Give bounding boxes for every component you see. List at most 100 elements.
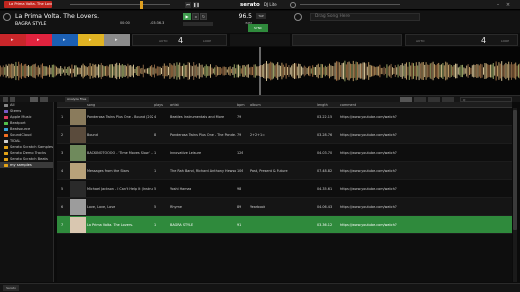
waveform-bar: [478, 65, 480, 77]
sidebar-item[interactable]: my samples: [0, 162, 53, 168]
settings-icon[interactable]: [290, 2, 296, 8]
waveform-bar: [333, 66, 335, 76]
waveform-bar: [340, 65, 342, 77]
waveform-bar: [221, 68, 223, 74]
waveform-bar: [162, 65, 164, 77]
waveform-bar: [189, 62, 190, 80]
waveform-bar: [362, 62, 364, 80]
waveform-bar: [338, 62, 340, 80]
deck-left: La Prima Volta. The Lovers. BAGRA STYLE …: [0, 11, 230, 33]
waveform-bar: [112, 64, 113, 78]
waveform-bar: [18, 61, 20, 81]
waveform-bar: [277, 62, 279, 80]
hotcue-pad-5[interactable]: ▸: [104, 34, 130, 46]
waveform-bar: [197, 66, 199, 76]
library-scrollbar-thumb[interactable]: [513, 110, 517, 230]
deck-left-pitch-slider[interactable]: [183, 22, 213, 26]
table-row[interactable]: 5 Michael Jackson - I Can't Help It (Inst…: [57, 180, 512, 198]
beatstrip-right-value: 4: [481, 36, 487, 45]
waveform-bar: [16, 65, 18, 77]
table-row[interactable]: 2 Bound 8 Ponderosa Twins Plus One - The Po…: [57, 126, 512, 144]
center-bpm: 96.5: [238, 13, 252, 20]
waveform-bar: [12, 63, 14, 79]
table-row[interactable]: 7 La Prima Volta. The Lovers. 1 BAGRA STYLE…: [57, 216, 512, 234]
cell-artist: BAGRA STYLE: [170, 223, 194, 227]
top-bar: La Prima Volta. The Lovers. ⏮ ❚❚ seratoD…: [0, 0, 520, 10]
crate-icon: [4, 115, 8, 119]
sidebar-item-label: Stems: [10, 109, 22, 113]
waveform-bar: [460, 64, 462, 78]
tap-button[interactable]: TAP: [256, 13, 266, 19]
waveform-bar: [387, 66, 389, 76]
deck-right-drop-zone[interactable]: Drag Song Here: [310, 13, 420, 21]
waveform-bar: [161, 67, 162, 75]
waveform-bar: [373, 66, 375, 76]
waveform-bar: [316, 64, 318, 78]
waveform-bar: [39, 67, 41, 75]
cell-num: 2: [61, 133, 64, 137]
waveform-bar: [261, 65, 263, 77]
table-row[interactable]: 6 Love, Love, Love 5 Rhyme 89 Yearbook 04.06.4…: [57, 198, 512, 216]
waveform-bar: [215, 65, 217, 77]
cell-length: 07.48.82: [317, 169, 333, 173]
sync-button[interactable]: SYNC: [248, 24, 268, 32]
deck-left-play-button[interactable]: ▶: [183, 13, 191, 20]
waveform-bar: [288, 65, 290, 77]
waveform-area[interactable]: [0, 47, 520, 95]
waveform-bar: [452, 66, 454, 76]
waveform-bar: [516, 65, 518, 77]
skip-back-icon[interactable]: ⏮: [185, 2, 191, 8]
table-row[interactable]: 1 Ponderosa Twins Plus One - Bound (2024 …: [57, 108, 512, 126]
waveform-bar: [436, 63, 438, 79]
beatstrip-right-auto[interactable]: AUTO: [416, 39, 424, 43]
waveform-bar: [427, 64, 428, 78]
now-playing-pill[interactable]: La Prima Volta. The Lovers.: [4, 1, 52, 8]
crate-icon: [4, 127, 8, 131]
waveform-bar: [120, 65, 122, 77]
waveform-bar: [270, 61, 272, 81]
hotcue-pads-right[interactable]: [292, 34, 402, 46]
waveform-bar: [394, 65, 396, 77]
waveform-bar: [78, 67, 80, 75]
cell-comment: https://www.youtube.com/watch?: [340, 151, 397, 155]
cell-length: 04.06.43: [317, 205, 333, 209]
waveform-bar: [466, 65, 468, 77]
hotcue-pad-4[interactable]: ▸: [78, 34, 104, 46]
crossfader-handle[interactable]: [140, 1, 143, 9]
minimize-icon[interactable]: –: [495, 2, 501, 8]
waveform-bar: [8, 63, 10, 79]
beatstrip-right-loop[interactable]: LOOP: [501, 39, 509, 43]
hotcue-pad-1[interactable]: ▸: [0, 34, 26, 46]
table-row[interactable]: 3 BACKINOTOOOO - 'Time Moves Slow' ... 1 In…: [57, 144, 512, 162]
deck-right-platter-icon[interactable]: [294, 13, 302, 21]
crate-icon: [4, 139, 8, 143]
beatstrip-left-loop[interactable]: LOOP: [203, 39, 211, 43]
pause-icon[interactable]: ❚❚: [193, 2, 200, 8]
waveform-bar: [282, 64, 284, 78]
waveform-bar: [334, 62, 336, 80]
deck-left-sync-button[interactable]: ↻: [200, 13, 207, 20]
waveform-bar: [218, 67, 220, 75]
waveform-bar: [50, 67, 52, 75]
deck-left-platter-icon[interactable]: [3, 13, 11, 21]
close-icon[interactable]: ×: [505, 2, 511, 8]
waveform-bar: [352, 60, 354, 82]
waveform-bar: [98, 64, 99, 78]
waveform-bar: [239, 65, 241, 77]
waveform-bar: [376, 66, 378, 76]
waveform-bar: [474, 64, 476, 78]
bottom-bar-label[interactable]: Serato: [3, 285, 19, 291]
waveform-bar: [138, 66, 140, 76]
cell-song: Ponderosa Twins Plus One - Bound (2024 .…: [87, 115, 153, 119]
hotcue-pad-3[interactable]: ▸: [52, 34, 78, 46]
beatstrip-left-auto[interactable]: AUTO: [159, 39, 167, 43]
waveform-bar: [323, 67, 325, 75]
table-row[interactable]: 4 Messages from the Stars 1 The Rah Band, R…: [57, 162, 512, 180]
waveform-bar: [177, 64, 179, 78]
sidebar-item-label: TIDAL: [10, 139, 21, 143]
hotcue-pad-2[interactable]: ▸: [26, 34, 52, 46]
deck-left-cue-button[interactable]: ◂: [192, 13, 199, 20]
waveform-bar: [284, 66, 286, 76]
waveform-bar: [89, 63, 91, 79]
cell-song: Love, Love, Love: [87, 205, 116, 209]
